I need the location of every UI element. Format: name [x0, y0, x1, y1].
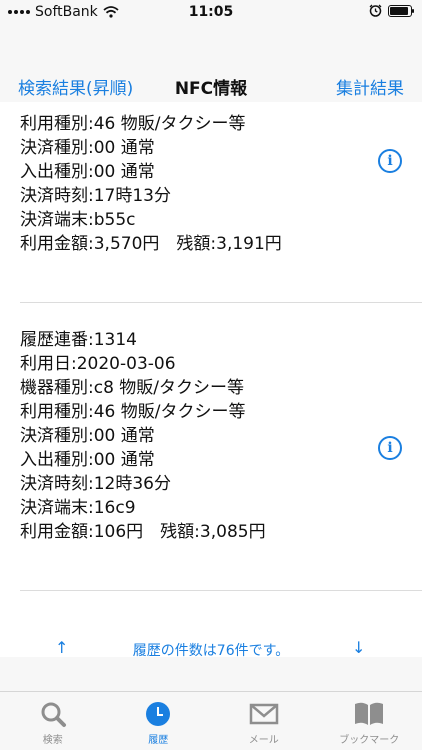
tab-history[interactable]: 履歴 [106, 692, 212, 750]
history-record: 利用種別:46 物販/タクシー等 決済種別:00 通常 入出種別:00 通常 決… [0, 106, 422, 296]
record-line: 決済時刻:12時36分 [20, 474, 171, 494]
info-icon[interactable]: i [378, 149, 402, 173]
history-list[interactable]: 利用種別:46 物販/タクシー等 決済種別:00 通常 入出種別:00 通常 決… [0, 102, 422, 657]
scroll-down-button[interactable]: ↓ [352, 638, 365, 657]
record-line: 履歴連番:1314 [20, 330, 137, 350]
record-line: 決済端末:b55c [20, 210, 136, 230]
tab-label: メール [248, 735, 279, 746]
battery-icon [388, 4, 414, 17]
record-line: 入出種別:00 通常 [20, 162, 155, 182]
tab-mail[interactable]: メール [211, 692, 317, 750]
record-line: 利用日:2020-03-06 [20, 354, 176, 374]
record-line: 決済種別:00 通常 [20, 138, 155, 158]
book-icon [355, 702, 384, 725]
alarm-icon [369, 4, 382, 17]
record-line: 利用種別:46 物販/タクシー等 [20, 114, 246, 134]
record-line: 利用金額:106円 残額:3,085円 [20, 522, 266, 542]
status-right [369, 4, 414, 17]
mail-icon [249, 703, 278, 725]
record-line: 利用金額:3,570円 残額:3,191円 [20, 234, 282, 254]
record-line: 利用種別:46 物販/タクシー等 [20, 402, 246, 422]
clock-icon [146, 702, 171, 726]
record-line: 決済時刻:17時13分 [20, 186, 171, 206]
summary-button[interactable]: 集計結果 [336, 74, 404, 99]
record-line: 入出種別:00 通常 [20, 450, 155, 470]
info-icon[interactable]: i [378, 436, 402, 460]
battery-fill [390, 6, 408, 15]
record-line: 機器種別:c8 物販/タクシー等 [20, 378, 245, 398]
pager: ↑ 履歴の件数は76件です。 ↓ [0, 638, 422, 657]
tab-bar: 検索 履歴 メール ブックマーク [0, 691, 422, 750]
tab-label: ブックマーク [339, 735, 400, 746]
history-record: 履歴連番:1314 利用日:2020-03-06 機器種別:c8 物販/タクシー… [0, 322, 422, 572]
tab-search[interactable]: 検索 [0, 692, 106, 750]
row-separator [20, 302, 422, 303]
status-time: 11:05 [188, 4, 234, 20]
tab-bookmark[interactable]: ブックマーク [317, 692, 422, 750]
row-separator [20, 590, 422, 591]
tab-label: 検索 [42, 735, 63, 746]
tab-label: 履歴 [148, 735, 169, 746]
record-line: 決済種別:00 通常 [20, 426, 155, 446]
search-icon [41, 702, 66, 727]
record-line: 決済端末:16c9 [20, 498, 136, 518]
status-bar: SoftBank 11:05 [0, 0, 422, 26]
